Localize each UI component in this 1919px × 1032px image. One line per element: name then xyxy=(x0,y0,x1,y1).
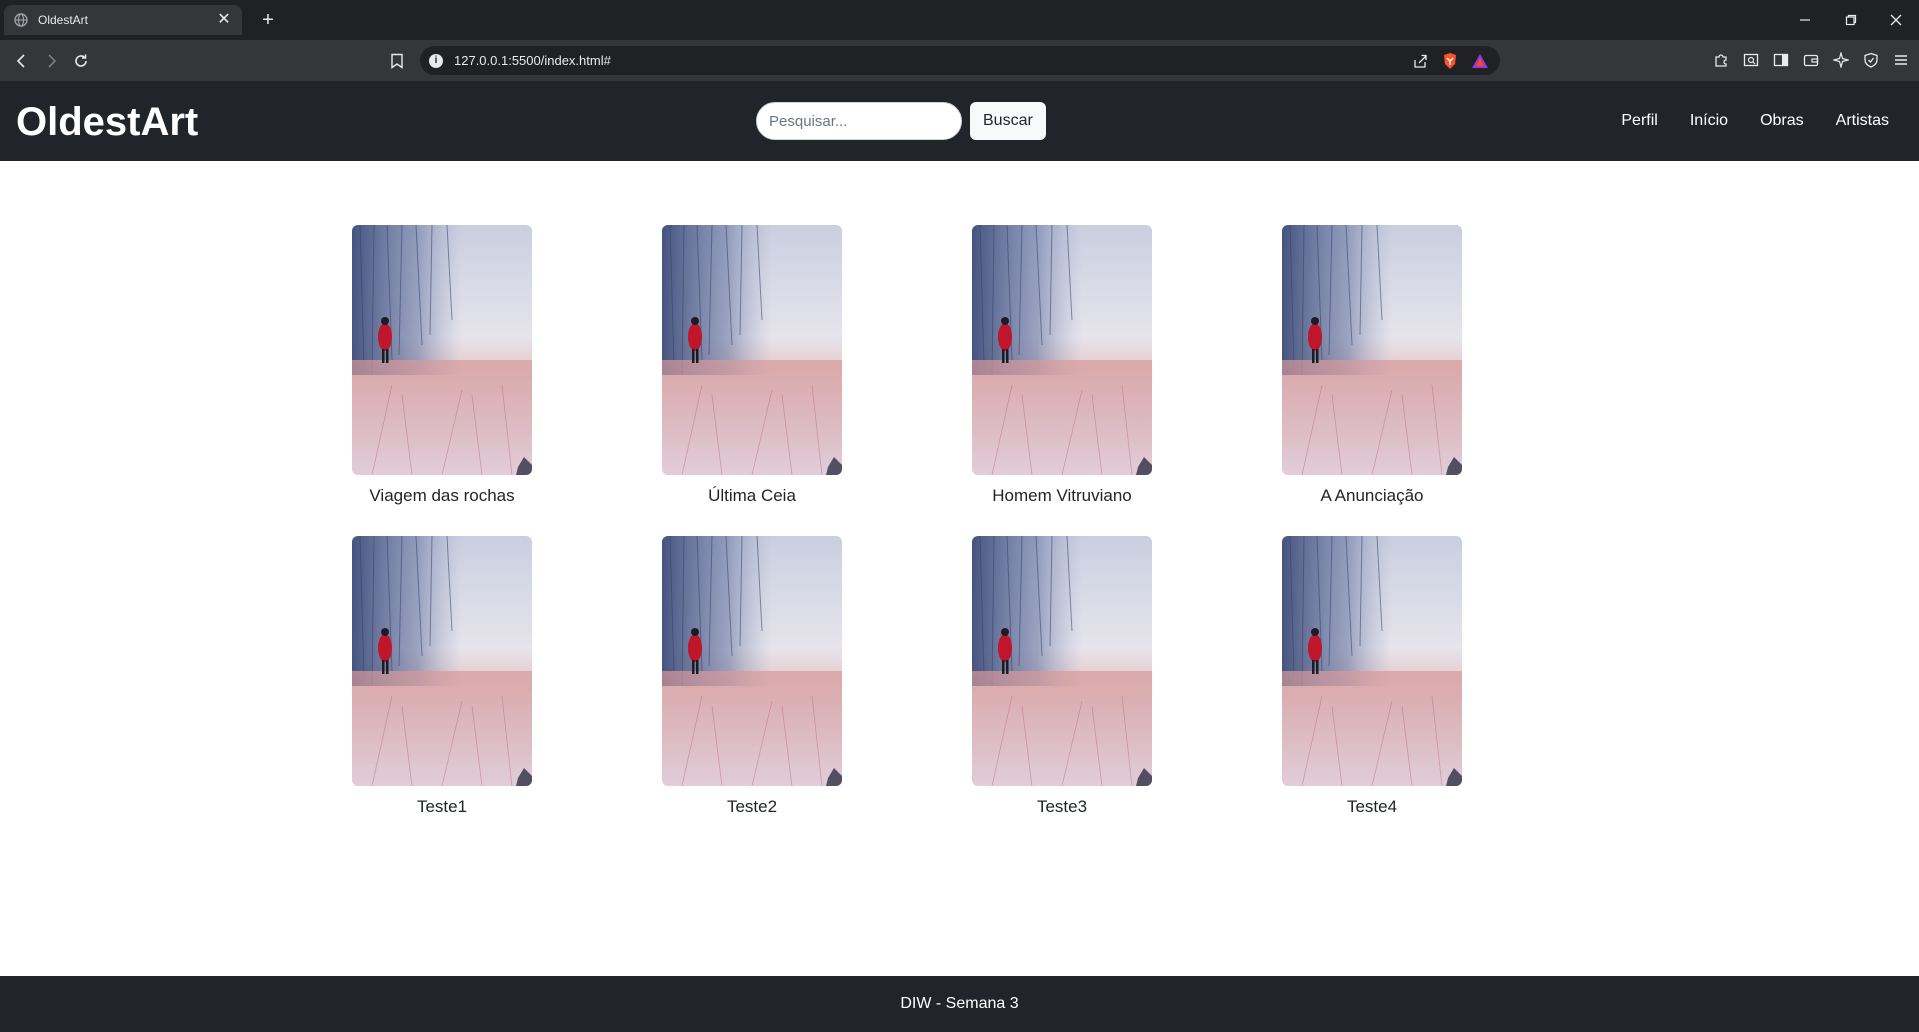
share-icon[interactable] xyxy=(1410,51,1430,71)
menu-icon[interactable] xyxy=(1891,50,1911,70)
new-tab-button[interactable]: + xyxy=(256,8,280,32)
artwork-card[interactable]: Homem Vitruviano xyxy=(972,225,1152,506)
artwork-title: Viagem das rochas xyxy=(369,486,515,505)
reload-icon[interactable] xyxy=(68,48,94,74)
artwork-card[interactable]: Teste3 xyxy=(972,536,1152,817)
brave-shield-icon[interactable] xyxy=(1440,51,1460,71)
artwork-card[interactable]: Viagem das rochas xyxy=(352,225,532,506)
nav-link-perfil[interactable]: Perfil xyxy=(1621,110,1657,132)
nav-link-obras[interactable]: Obras xyxy=(1760,110,1804,132)
url-text[interactable]: 127.0.0.1:5500/index.html# xyxy=(454,53,1410,68)
sidebar-icon[interactable] xyxy=(1771,50,1791,70)
main-nav: Perfil Início Obras Artistas xyxy=(1621,110,1889,132)
tab-title: OldestArt xyxy=(38,13,89,27)
artwork-card[interactable]: A Anunciação xyxy=(1282,225,1462,506)
site-footer: DIW - Semana 3 xyxy=(0,976,1919,1032)
artwork-image[interactable] xyxy=(972,536,1152,786)
browser-tab-strip: OldestArt ✕ + xyxy=(0,0,1919,40)
artwork-image[interactable] xyxy=(352,225,532,475)
leo-ai-icon[interactable] xyxy=(1831,50,1851,70)
extensions-icon[interactable] xyxy=(1711,50,1731,70)
artwork-title: Teste1 xyxy=(416,797,468,816)
back-icon[interactable] xyxy=(9,48,35,74)
minimize-icon[interactable] xyxy=(1782,0,1828,40)
artwork-card[interactable]: Última Ceia xyxy=(662,225,842,506)
artwork-card[interactable]: Teste2 xyxy=(662,536,842,817)
close-window-icon[interactable] xyxy=(1873,0,1919,40)
forward-icon[interactable] xyxy=(38,48,64,74)
close-tab-icon[interactable]: ✕ xyxy=(216,12,232,28)
site-info-icon[interactable]: i xyxy=(429,53,443,68)
artwork-image[interactable] xyxy=(662,536,842,786)
bookmark-icon[interactable] xyxy=(384,48,410,74)
artwork-title: Última Ceia xyxy=(708,486,796,505)
site-header: OldestArt Buscar Perfil Início Obras Art… xyxy=(0,81,1919,161)
nav-link-inicio[interactable]: Início xyxy=(1690,110,1728,132)
search-form: Buscar xyxy=(756,102,1046,140)
artwork-card[interactable]: Teste1 xyxy=(352,536,532,817)
address-bar[interactable]: i 127.0.0.1:5500/index.html# xyxy=(420,46,1500,75)
browser-tab[interactable]: OldestArt ✕ xyxy=(4,5,242,35)
artwork-title: Teste3 xyxy=(1036,797,1088,816)
artwork-image[interactable] xyxy=(1282,225,1462,475)
search-input[interactable] xyxy=(756,102,962,140)
artwork-title: A Anunciação xyxy=(1320,486,1424,505)
tab-search-icon[interactable] xyxy=(1741,50,1761,70)
footer-text: DIW - Semana 3 xyxy=(900,995,1019,1012)
search-button[interactable]: Buscar xyxy=(970,102,1046,140)
nav-link-artistas[interactable]: Artistas xyxy=(1836,110,1889,132)
artwork-image[interactable] xyxy=(1282,536,1462,786)
artwork-image[interactable] xyxy=(352,536,532,786)
artwork-card[interactable]: Teste4 xyxy=(1282,536,1462,817)
artwork-title: Homem Vitruviano xyxy=(992,486,1132,505)
artwork-title: Teste4 xyxy=(1346,797,1398,816)
restore-icon[interactable] xyxy=(1828,0,1874,40)
brave-rewards-icon[interactable] xyxy=(1470,51,1490,71)
artwork-image[interactable] xyxy=(662,225,842,475)
browser-toolbar: i 127.0.0.1:5500/index.html# xyxy=(0,40,1919,81)
artwork-gallery: Viagem das rochas Última Ceia Homem Vitr… xyxy=(352,225,1467,817)
artwork-title: Teste2 xyxy=(726,797,778,816)
artwork-image[interactable] xyxy=(972,225,1152,475)
vpn-shield-icon[interactable] xyxy=(1861,50,1881,70)
globe-icon xyxy=(14,13,28,27)
wallet-icon[interactable] xyxy=(1801,50,1821,70)
site-logo[interactable]: OldestArt xyxy=(16,99,198,145)
